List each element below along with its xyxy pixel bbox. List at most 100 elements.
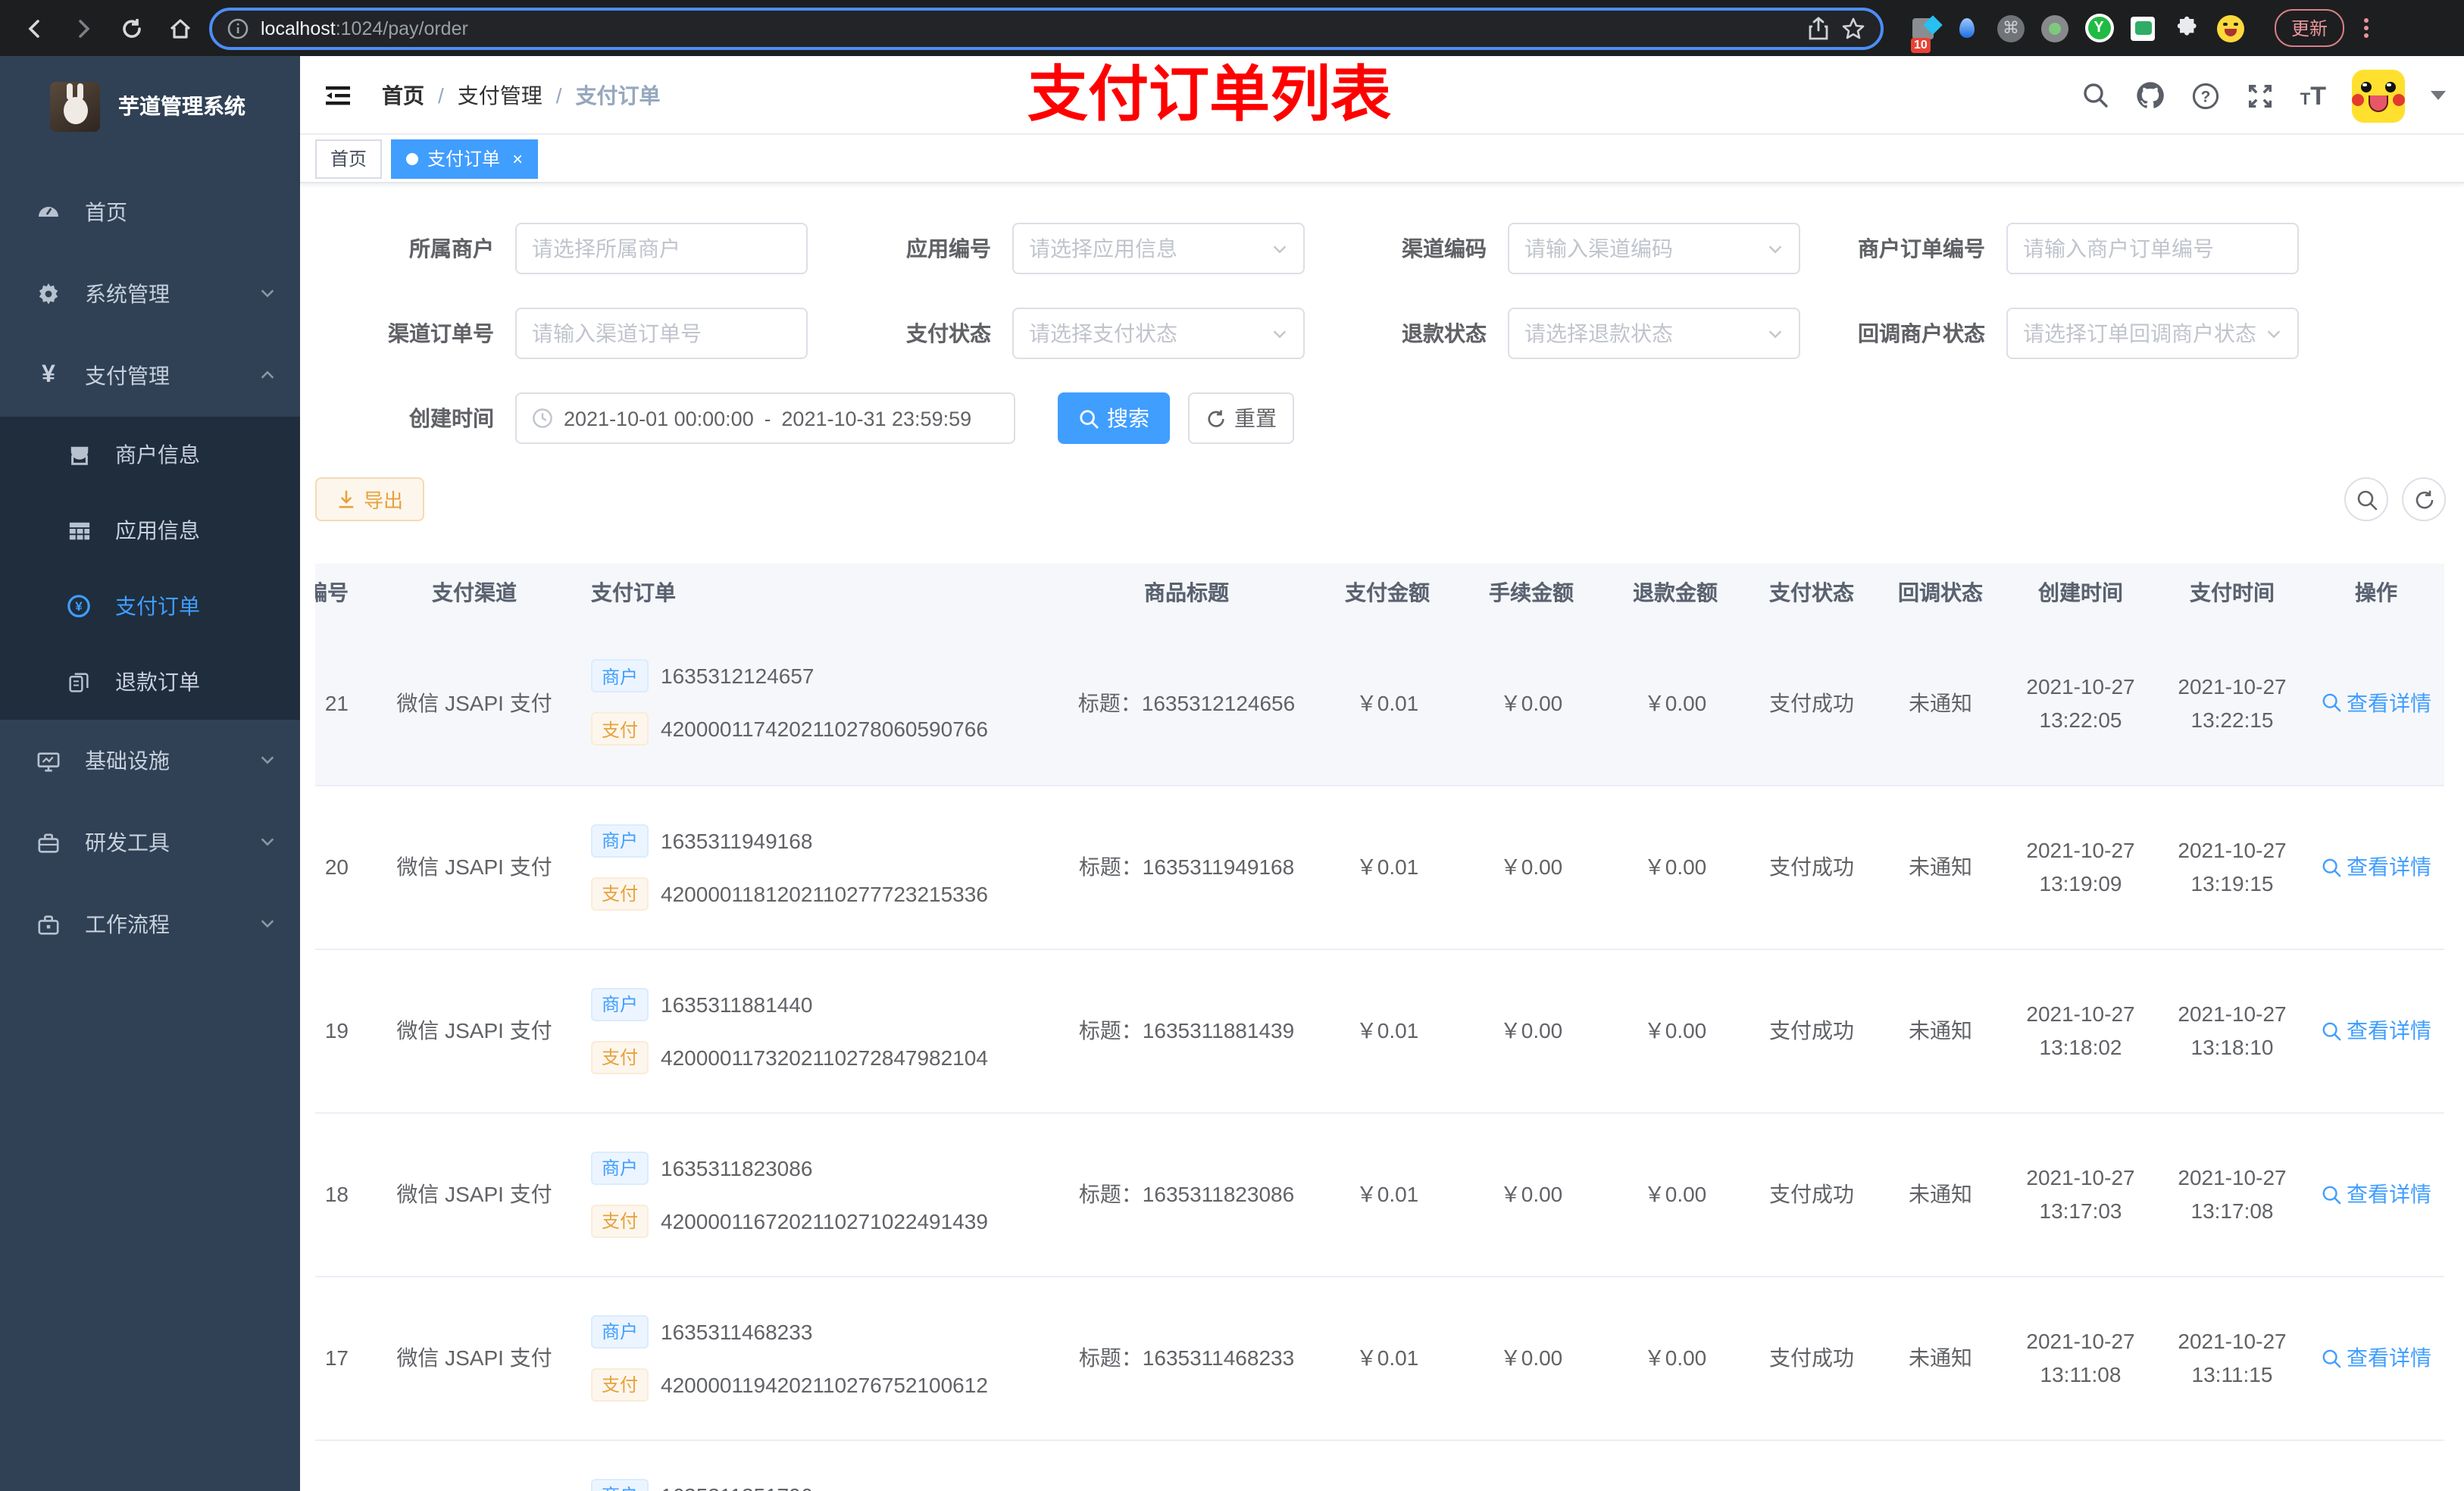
col-amount: 支付金额 [1315, 564, 1459, 621]
extensions-puzzle-icon[interactable] [2172, 13, 2202, 43]
sidebar-item-merchant-info[interactable]: 商户信息 [0, 417, 300, 492]
cell-amount: ￥0.01 [1315, 1276, 1459, 1440]
reset-button[interactable]: 重置 [1188, 392, 1294, 444]
cell-id: 21 [315, 621, 376, 786]
sidebar-item-home[interactable]: 首页 [0, 171, 300, 253]
sidebar-item-refund-order[interactable]: 退款订单 [0, 644, 300, 720]
refund-status-select[interactable]: 请选择退款状态 [1508, 308, 1800, 359]
cell-title: 标题：1635311823086 [1058, 1112, 1315, 1277]
merchant-order-tag: 商户 [591, 1151, 649, 1184]
address-bar[interactable]: localhost:1024/pay/order [209, 7, 1884, 49]
merchant-order-no-input[interactable]: 请输入商户订单编号 [2006, 223, 2299, 274]
channel-code-select[interactable]: 请输入渠道编码 [1508, 223, 1800, 274]
breadcrumb-home[interactable]: 首页 [382, 80, 424, 110]
view-detail-link[interactable]: 查看详情 [2321, 1343, 2431, 1373]
merchant-order-no: 1635312124657 [661, 664, 815, 689]
merchant-order-tag: 商户 [591, 1314, 649, 1348]
browser-back-icon[interactable] [15, 8, 55, 48]
help-icon[interactable]: ? [2191, 81, 2220, 110]
url-text: localhost:1024/pay/order [261, 17, 468, 39]
browser-forward-icon[interactable] [64, 8, 103, 48]
refresh-table-button[interactable] [2402, 477, 2446, 521]
browser-home-icon[interactable] [161, 8, 200, 48]
site-info-icon[interactable] [227, 17, 249, 39]
sidebar-item-devtools[interactable]: 研发工具 [0, 802, 300, 883]
cell-title: 标题：1635311949168 [1058, 785, 1315, 949]
fullscreen-icon[interactable] [2246, 81, 2275, 110]
create-time-range-picker[interactable]: 2021-10-01 00:00:00 - 2021-10-31 23:59:5… [515, 392, 1015, 444]
filter-label-channel-order-no: 渠道订单号 [388, 321, 494, 345]
chevron-down-icon [2265, 325, 2282, 342]
profile-emoji-icon[interactable] [2215, 13, 2246, 43]
browser-reload-icon[interactable] [112, 8, 152, 48]
cell-fee [1459, 1439, 1603, 1491]
tag-pay-order[interactable]: 支付订单 × [391, 139, 539, 178]
user-avatar[interactable] [2352, 69, 2405, 122]
browser-update-button[interactable]: 更新 [2275, 9, 2345, 47]
filter-label-merchant: 所属商户 [409, 236, 494, 261]
pay-order-tag: 支付 [591, 877, 649, 910]
sidebar-item-infra[interactable]: 基础设施 [0, 720, 300, 802]
cell-pay-time [2156, 1439, 2308, 1491]
view-detail-link[interactable]: 查看详情 [2321, 1015, 2431, 1046]
pay-status-select[interactable]: 请选择支付状态 [1012, 308, 1305, 359]
sidebar-logo[interactable]: 芋道管理系统 [0, 56, 300, 156]
notify-status-select[interactable]: 请选择订单回调商户状态 [2006, 308, 2299, 359]
dashboard-icon [36, 200, 61, 224]
cell-action: 查看详情 [2308, 621, 2444, 786]
tag-close-icon[interactable]: × [512, 148, 523, 169]
cell-notify-status: 未通知 [1876, 1276, 2005, 1440]
browser-menu-icon[interactable] [2364, 18, 2369, 38]
orders-table: 编号 支付渠道 支付订单 商品标题 支付金额 手续金额 退款金额 支付状态 回调… [315, 564, 2452, 1491]
sidebar-item-pay-order[interactable]: ¥ 支付订单 [0, 568, 300, 644]
github-icon[interactable] [2135, 80, 2165, 111]
cell-amount [1315, 1439, 1459, 1491]
cell-action: 查看详情 [2308, 1276, 2444, 1440]
extension-balloon-icon[interactable] [1952, 13, 1982, 43]
page-content: 所属商户 请选择所属商户 应用编号 请选择应用信息 渠道编码 请输入渠道编码 商… [300, 183, 2464, 1491]
pay-order-no: 4200001167202110271022491439 [661, 1208, 988, 1233]
sidebar-item-workflow[interactable]: 工作流程 [0, 883, 300, 965]
font-size-icon[interactable]: TT [2300, 83, 2326, 108]
merchant-order-tag: 商户 [591, 987, 649, 1021]
cell-id: 19 [315, 949, 376, 1113]
extension-command-icon[interactable]: ⌘ [1996, 13, 2026, 43]
avatar-dropdown-icon[interactable] [2431, 91, 2446, 100]
svg-text:?: ? [2200, 88, 2210, 105]
breadcrumb: 首页 / 支付管理 / 支付订单 [382, 80, 661, 110]
view-detail-link[interactable]: 查看详情 [2321, 688, 2431, 718]
channel-order-no-input[interactable]: 请输入渠道订单号 [515, 308, 808, 359]
search-button[interactable]: 搜索 [1058, 392, 1170, 444]
sidebar-item-pay[interactable]: ¥ 支付管理 [0, 335, 300, 417]
pay-order-tag: 支付 [591, 1368, 649, 1401]
extension-recorder-icon[interactable] [2040, 13, 2070, 43]
share-icon[interactable] [1808, 16, 1829, 40]
view-detail-link[interactable]: 查看详情 [2321, 852, 2431, 882]
sidebar-item-system[interactable]: 系统管理 [0, 253, 300, 335]
cell-channel: 微信 JSAPI 支付 [376, 949, 573, 1113]
app-select[interactable]: 请选择应用信息 [1012, 223, 1305, 274]
cell-order: 商户 1635312124657 支付 42000011742021102780… [573, 621, 1058, 786]
view-detail-link[interactable]: 查看详情 [2321, 1179, 2431, 1209]
sidebar-item-app-info[interactable]: 应用信息 [0, 492, 300, 568]
bookmark-star-icon[interactable] [1841, 16, 1865, 40]
chevron-down-icon [259, 912, 276, 936]
cell-channel: 微信 JSAPI 支付 [376, 785, 573, 949]
show-search-toggle-button[interactable] [2344, 477, 2388, 521]
chevron-down-icon [1271, 240, 1288, 257]
extension-y-icon[interactable]: Y [2084, 13, 2114, 43]
merchant-order-no: 1635311468233 [661, 1319, 813, 1343]
extension-eagle-icon[interactable]: 10 [1908, 13, 1938, 52]
briefcase-icon [36, 913, 61, 936]
merchant-input[interactable]: 请选择所属商户 [515, 223, 808, 274]
col-order: 支付订单 [573, 564, 1058, 621]
chevron-down-icon [259, 749, 276, 773]
export-button[interactable]: 导出 [315, 477, 424, 521]
breadcrumb-pay[interactable]: 支付管理 [458, 80, 543, 110]
tag-home[interactable]: 首页 [315, 139, 383, 178]
cell-notify-status: 未通知 [1876, 1112, 2005, 1277]
extension-chat-icon[interactable] [2128, 13, 2158, 43]
sidebar: 芋道管理系统 首页 系统管理 ¥ 支付管理 商户信息 应用信息 ¥ 支付订单 退… [0, 56, 300, 1491]
collapse-sidebar-icon[interactable] [321, 78, 355, 111]
search-icon[interactable] [2082, 82, 2109, 109]
